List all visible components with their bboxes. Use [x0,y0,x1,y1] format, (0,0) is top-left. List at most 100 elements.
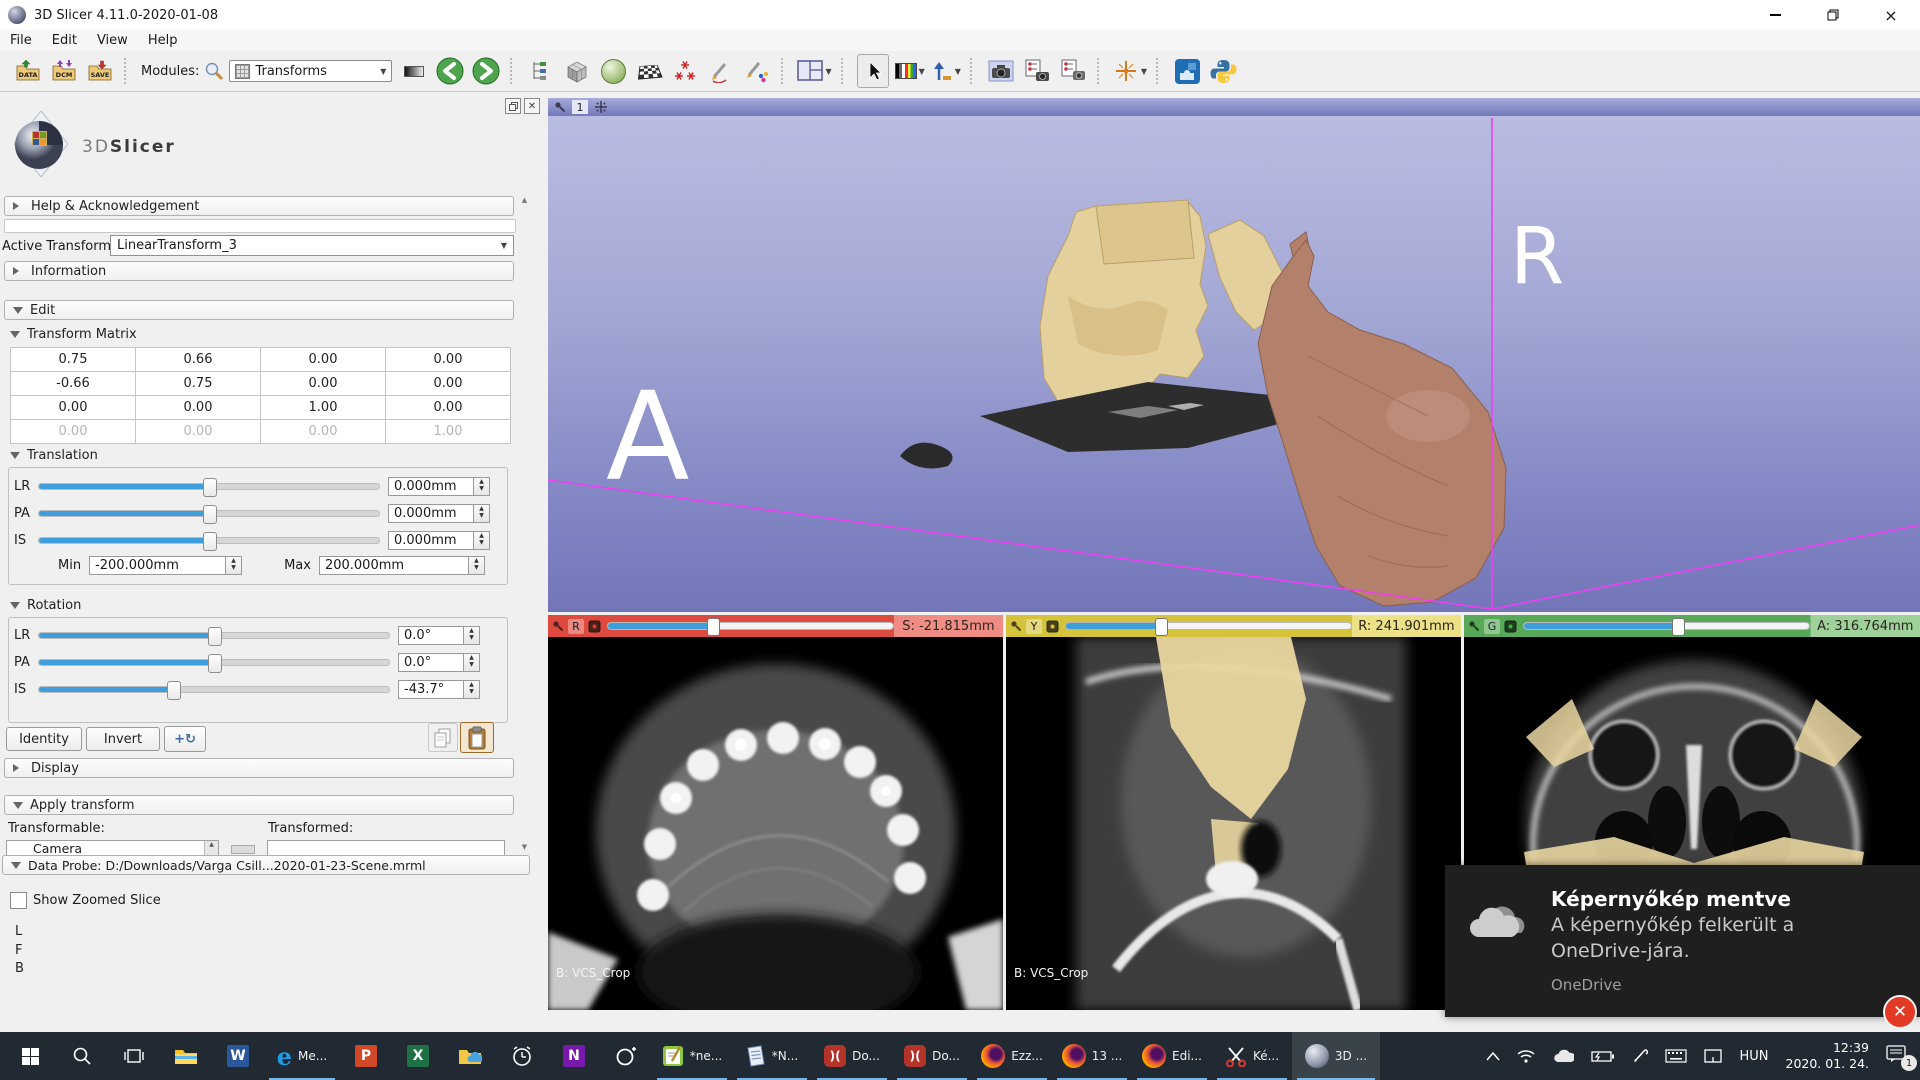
save-button[interactable]: SAVE [85,55,115,87]
pin-icon[interactable] [1468,620,1480,632]
doublecmd-window-button-1[interactable]: )( Do... [812,1032,892,1080]
snip-window-button[interactable]: Ké... [1212,1032,1292,1080]
menu-file[interactable]: File [0,33,42,48]
excel-button[interactable]: X [392,1032,444,1080]
section-data-probe[interactable]: Data Probe: D:/Downloads/Varga Csill...2… [2,855,530,875]
translation-lr-slider[interactable] [38,483,380,490]
onedrive-tray-icon[interactable] [1552,1049,1574,1063]
pin-icon[interactable] [1010,620,1022,632]
markups-module-button[interactable] [670,55,700,87]
red-slice-bar[interactable]: R S: -21.815mm [548,615,1003,637]
yellow-slice-bar[interactable]: Y R: 241.901mm [1006,615,1461,637]
move-item-button[interactable] [231,845,255,854]
slice-visibility-icon[interactable] [1504,620,1517,633]
section-apply-transform[interactable]: Apply transform [4,795,514,815]
crosshair-button[interactable]: ▼ [1113,55,1147,87]
transforms-module-button[interactable] [634,55,664,87]
menu-view[interactable]: View [87,33,138,48]
notepad-window-button[interactable]: *N... [732,1032,812,1080]
translation-pa-value[interactable]: 0.000mm [388,504,474,523]
close-button[interactable]: × [1862,0,1920,30]
notification-close-button[interactable]: ✕ [1883,995,1917,1029]
rotation-pa-value[interactable]: 0.0° [398,653,464,672]
module-forward-button[interactable] [471,55,501,87]
rotation-is-slider[interactable] [38,686,390,693]
rotation-lr-spinner[interactable]: ▲▼ [464,626,480,645]
pin-icon[interactable] [554,101,566,113]
clock[interactable]: 12:39 2020. 01. 24. [1786,1040,1870,1073]
onenote-button[interactable]: N [548,1032,600,1080]
word-button[interactable]: W [212,1032,264,1080]
doublecmd-window-button-2[interactable]: )( Do... [892,1032,972,1080]
load-data-button[interactable]: DATA [13,55,43,87]
language-indicator[interactable]: HUN [1739,1049,1768,1064]
view3d-badge[interactable]: 1 [572,100,588,114]
screenshot-button[interactable] [986,55,1016,87]
section-display[interactable]: Display [4,758,514,778]
active-transform-combobox[interactable]: LinearTransform_3 ▼ [110,235,514,256]
camera-button[interactable] [600,1032,652,1080]
alarms-button[interactable] [496,1032,548,1080]
minimize-button[interactable] [1746,0,1804,30]
extensions-manager-button[interactable] [1172,55,1202,87]
translation-lr-spinner[interactable]: ▲▼ [474,477,490,496]
mouse-interaction-button[interactable] [857,54,889,88]
subject-hierarchy-button[interactable] [526,55,556,87]
identity-button[interactable]: Identity [6,727,82,751]
translation-max-value[interactable]: 200.000mm [319,556,469,575]
window-level-button[interactable]: ▼ [895,55,925,87]
red-slice-viewport[interactable]: B: VCS_Crop [548,637,1003,1010]
section-transform-matrix[interactable]: Transform Matrix [10,326,137,343]
edge-window-button[interactable]: e Me... [264,1032,340,1080]
tray-expand-icon[interactable] [1486,1052,1500,1061]
pen-icon[interactable] [1632,1048,1648,1064]
scroll-up-icon[interactable]: ▲ [518,196,531,204]
translation-max-spinner[interactable]: ▲▼ [469,556,485,575]
yellow-slice-letter[interactable]: Y [1026,619,1042,634]
green-slice-bar[interactable]: G A: 316.764mm [1464,615,1920,637]
menu-edit[interactable]: Edit [42,33,87,48]
show-zoomed-slice-checkbox[interactable] [10,892,27,909]
scene-view-capture-button[interactable] [1022,55,1052,87]
section-translation[interactable]: Translation [10,447,98,464]
translation-pa-slider[interactable] [38,510,380,517]
volumes-module-button[interactable] [562,55,592,87]
python-console-button[interactable] [1208,55,1238,87]
panel-scrollbar[interactable]: ▲ ▼ [518,196,531,851]
section-information[interactable]: Information [4,261,514,281]
translation-lr-value[interactable]: 0.000mm [388,477,474,496]
view3d-header-bar[interactable]: 1 [548,98,1920,116]
annotation-ruler-button[interactable] [706,55,736,87]
add-reference-button[interactable]: +↻ [164,726,206,752]
layout-selector-button[interactable]: ▼ [797,55,831,87]
yellow-slice-slider[interactable] [1065,622,1352,630]
section-help-acknowledgement[interactable]: Help & Acknowledgement [4,196,514,216]
onedrive-folder-button[interactable] [444,1032,496,1080]
red-slice-slider[interactable] [607,622,894,630]
scene-view-restore-button[interactable] [1058,55,1088,87]
invert-button[interactable]: Invert [86,727,160,751]
file-explorer-button[interactable] [160,1032,212,1080]
green-slice-slider[interactable] [1523,622,1810,630]
wifi-icon[interactable] [1517,1049,1535,1063]
rotation-lr-value[interactable]: 0.0° [398,626,464,645]
module-back-button[interactable] [435,55,465,87]
view-options-icon[interactable] [594,100,608,114]
red-slice-letter[interactable]: R [568,619,584,634]
rotation-is-value[interactable]: -43.7° [398,680,464,699]
rotation-pa-slider[interactable] [38,659,390,666]
panel-undock-icon[interactable] [505,98,521,114]
translation-pa-spinner[interactable]: ▲▼ [474,504,490,523]
translation-min-spinner[interactable]: ▲▼ [226,556,242,575]
rotation-lr-slider[interactable] [38,632,390,639]
dicom-button[interactable]: DCM [49,55,79,87]
slicer-window-button[interactable]: 3D ... [1292,1032,1380,1080]
section-rotation[interactable]: Rotation [10,597,81,614]
pin-icon[interactable] [552,620,564,632]
translation-is-value[interactable]: 0.000mm [388,531,474,550]
menu-help[interactable]: Help [138,33,188,48]
view3d-viewport[interactable]: A R [548,116,1920,612]
restore-button[interactable] [1804,0,1862,30]
action-center-button[interactable]: 1 [1886,1045,1908,1067]
module-selector-combobox[interactable]: Transforms ▼ [229,60,392,82]
